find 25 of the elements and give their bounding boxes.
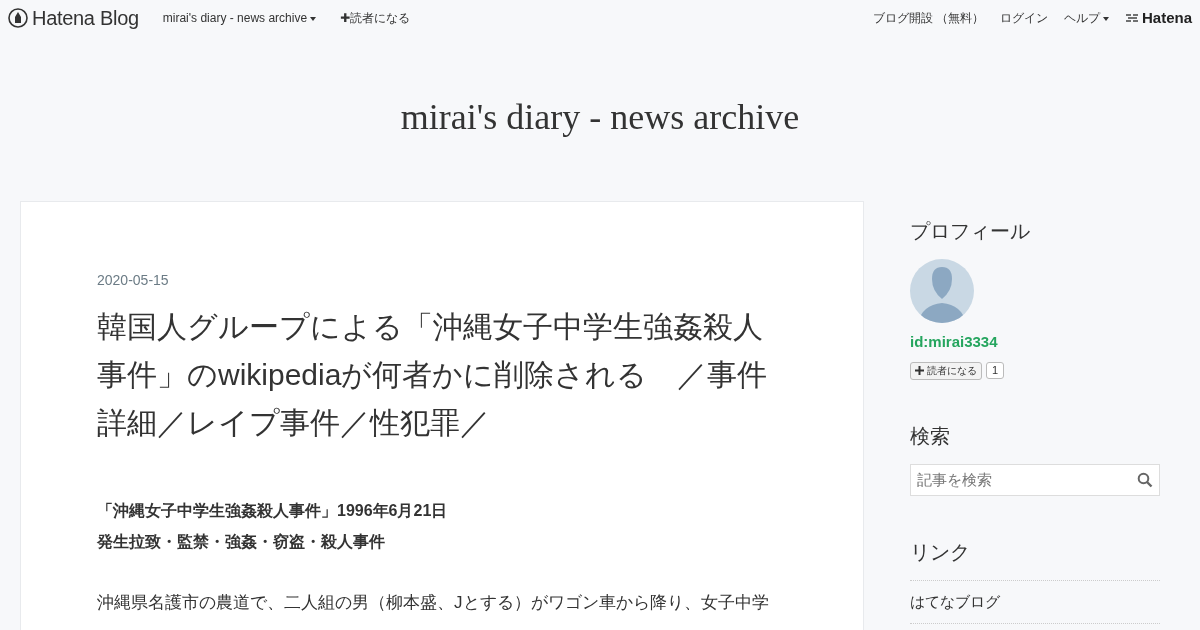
hatena-link[interactable]: Hatena (1124, 6, 1192, 30)
search-field[interactable]: 記事を検索 (910, 463, 1160, 496)
subscribe-button[interactable]: 読者になる (910, 361, 982, 380)
pen-nib-icon (8, 8, 28, 28)
subscriber-count: 1 (986, 362, 1005, 379)
header-link[interactable]: ブログ開設 （無料） (872, 9, 984, 27)
logo-link[interactable]: Hatena Blog (8, 3, 139, 33)
plus-icon (915, 366, 924, 376)
blog-title[interactable]: mirai's diary - news archive (0, 36, 1200, 201)
entry-title[interactable]: 韓国人グループによる「沖縄女子中学生強姦殺人事件」のwikipediaが何者かに削除される ／事件詳細／レイプ事件／性犯罪／ (97, 303, 787, 447)
section-heading: プロフィール (910, 219, 1031, 243)
section-heading: 検索 (910, 423, 951, 448)
blog-menu[interactable]: mirai's diary - news archive (162, 9, 317, 27)
caret-icon (310, 16, 317, 21)
header-link[interactable]: ヘルプ (1063, 9, 1109, 27)
entry-date[interactable]: 2020-05-15 (97, 270, 787, 291)
section-heading: リンク (910, 539, 971, 564)
paragraph-line: 「沖縄女子中学生強姦殺人事件」1996年6月21日 (97, 501, 449, 521)
paragraph-line: 発生拉致・監禁・強姦・窃盗・殺人事件 (97, 532, 386, 552)
paragraph-line: 沖縄県名護市の農道で、二人組の男（柳本盛、Jとする）がワゴン車から降り、女子中学 (97, 592, 770, 614)
header-link[interactable]: ログイン (999, 9, 1048, 27)
subscribe-link[interactable]: ✚読者になる (340, 9, 411, 27)
caret-icon (1102, 16, 1109, 21)
search-icon[interactable] (1137, 471, 1153, 488)
link-item[interactable]: はてなブログ (910, 592, 1000, 610)
